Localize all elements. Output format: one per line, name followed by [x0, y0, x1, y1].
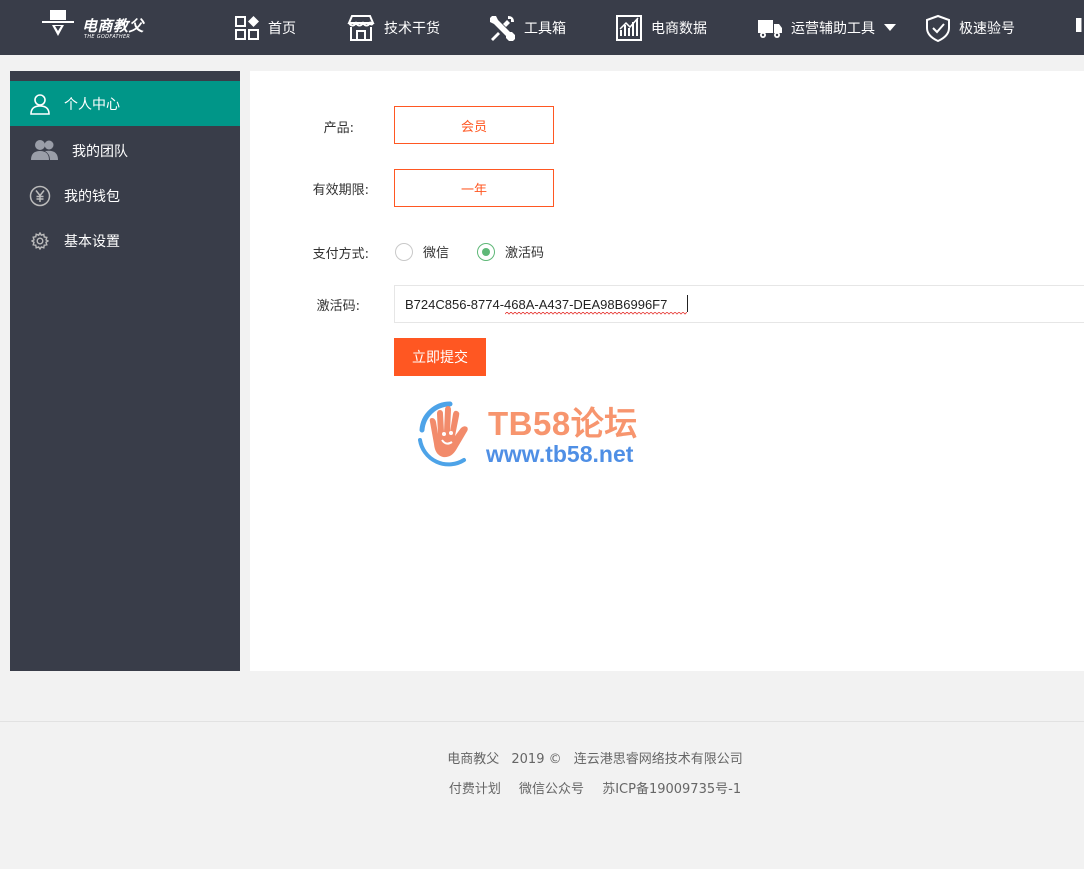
sidebar-item-label: 我的钱包 [64, 188, 120, 205]
submit-button[interactable]: 立即提交 [394, 338, 486, 376]
radio-circle [395, 242, 413, 261]
payment-radio-activation-code[interactable]: 激活码 [477, 242, 544, 261]
nav-home[interactable]: 首页 [234, 0, 296, 55]
nav-label: 电商数据 [651, 20, 707, 37]
store-icon [347, 14, 375, 41]
product-label: 产品: [323, 121, 354, 136]
radio-label: 微信 [423, 246, 450, 261]
nav-ecommerce-data[interactable]: 电商数据 [615, 0, 707, 55]
nav-label: 首页 [268, 20, 296, 37]
payment-radio-wechat[interactable]: 微信 [395, 242, 449, 261]
hand-logo-icon [418, 401, 468, 467]
text-cursor [687, 295, 688, 312]
sidebar: 个人中心 我的团队 我的钱包 基本设置 [10, 71, 240, 671]
sidebar-item-label: 我的团队 [72, 143, 128, 160]
team-icon [31, 140, 58, 160]
shield-check-icon [926, 14, 950, 42]
nav-overflow-item[interactable]: ▌ [1076, 18, 1084, 32]
footer-link-icp[interactable]: 苏ICP备19009735号-1 [602, 782, 741, 797]
site-logo[interactable]: 电商教父 THE GODFATHER [36, 6, 146, 46]
footer-divider [0, 721, 1084, 722]
grid-apps-icon [235, 15, 259, 40]
yen-icon [29, 185, 51, 207]
nav-toolbox[interactable]: 工具箱 [488, 0, 566, 55]
truck-icon [758, 19, 782, 38]
sidebar-item-my-team[interactable]: 我的团队 [10, 128, 240, 173]
watermark: TB58论坛 www.tb58.net [414, 400, 674, 470]
radio-label: 激活码 [505, 246, 545, 261]
sidebar-item-label: 基本设置 [64, 233, 120, 250]
tools-icon [490, 15, 515, 41]
nav-operation-tools[interactable]: 运营辅助工具 [757, 0, 896, 55]
watermark-title: TB58论坛 [488, 405, 638, 442]
main-panel: 产品: 会员 有效期限: 一年 支付方式: 微信 激活码 激活码: 立即提交 [250, 71, 1084, 671]
activation-code-input[interactable] [394, 285, 1084, 323]
footer-company: 连云港思睿网络技术有限公司 [573, 752, 743, 767]
sidebar-item-label: 个人中心 [64, 96, 120, 113]
activation-code-label: 激活码: [316, 299, 360, 314]
nav-label: 运营辅助工具 [791, 20, 875, 37]
user-icon [30, 94, 50, 115]
nav-tech-articles[interactable]: 技术干货 [346, 0, 440, 55]
radio-circle-checked [477, 242, 495, 261]
nav-quick-verify[interactable]: 极速验号 [925, 0, 1015, 55]
payment-method-label: 支付方式: [312, 247, 369, 262]
period-label: 有效期限: [312, 183, 369, 198]
logo-text: 电商教父 [82, 17, 145, 35]
nav-label: 工具箱 [524, 20, 566, 37]
footer-year: 2019 © [511, 752, 562, 767]
nav-label: 技术干货 [384, 20, 440, 37]
gear-icon [31, 232, 49, 250]
footer-link-wechat-account[interactable]: 微信公众号 [519, 782, 584, 797]
logo-subtext: THE GODFATHER [84, 34, 131, 40]
watermark-url: www.tb58.net [486, 441, 634, 467]
chevron-down-icon [884, 24, 896, 31]
chart-icon [616, 14, 642, 41]
sidebar-item-personal-center[interactable]: 个人中心 [10, 81, 240, 126]
product-option-member[interactable]: 会员 [394, 106, 554, 144]
godfather-hat-icon [42, 10, 74, 36]
period-option-one-year[interactable]: 一年 [394, 169, 554, 207]
sidebar-item-basic-settings[interactable]: 基本设置 [10, 218, 240, 263]
footer-link-pricing[interactable]: 付费计划 [449, 782, 501, 797]
nav-label: 极速验号 [959, 20, 1015, 37]
footer-copyright: 电商教父 2019 © 连云港思睿网络技术有限公司 [0, 748, 1084, 767]
footer-brand: 电商教父 [447, 752, 500, 767]
sidebar-item-my-wallet[interactable]: 我的钱包 [10, 173, 240, 218]
footer-links: 付费计划 微信公众号 苏ICP备19009735号-1 [0, 778, 1084, 797]
top-navbar: 电商教父 THE GODFATHER 首页 技术干货 工具箱 电商数据 运营辅助… [0, 0, 1084, 55]
